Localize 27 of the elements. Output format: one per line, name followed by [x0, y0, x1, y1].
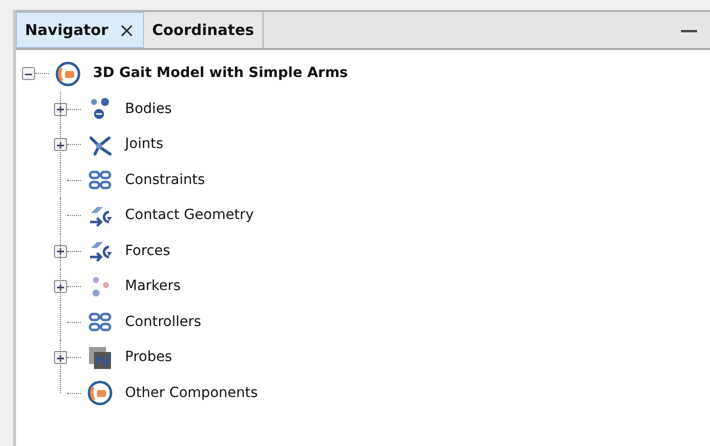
plus-icon — [56, 140, 65, 150]
plus-icon — [56, 354, 65, 363]
expand-button[interactable] — [54, 138, 67, 152]
tree-item-label[interactable]: Other Components — [125, 382, 258, 404]
tree-item-label[interactable]: Contact Geometry — [125, 205, 254, 226]
expand-button[interactable] — [54, 280, 67, 294]
plus-icon — [56, 247, 65, 256]
minimize-button[interactable]: — — [668, 12, 710, 48]
expand-button[interactable] — [54, 351, 67, 364]
expand-button[interactable] — [54, 244, 67, 258]
collapse-button[interactable] — [22, 67, 35, 80]
tab[interactable]: Navigator × — [16, 12, 144, 48]
tree-item-label[interactable]: Bodies — [125, 98, 172, 120]
tree-item-label[interactable]: Markers — [125, 276, 181, 298]
plus-icon — [56, 282, 65, 292]
tree-item-label[interactable]: Controllers — [125, 312, 202, 333]
tree-item-label[interactable]: Forces — [125, 240, 170, 262]
tree-item-label[interactable]: Constraints — [125, 170, 205, 191]
waveform-icon — [87, 344, 113, 371]
tree-item-label[interactable]: Joints — [125, 134, 164, 156]
tree-item-label[interactable]: 3D Gait Model with Simple Arms — [93, 63, 348, 84]
tree-item-label[interactable]: Probes — [125, 347, 172, 368]
opensim-logo-icon — [55, 60, 81, 87]
close-button[interactable]: × — [118, 20, 136, 40]
opensim-logo-icon — [87, 380, 113, 406]
plus-icon — [56, 105, 65, 114]
expand-button[interactable] — [54, 102, 67, 116]
